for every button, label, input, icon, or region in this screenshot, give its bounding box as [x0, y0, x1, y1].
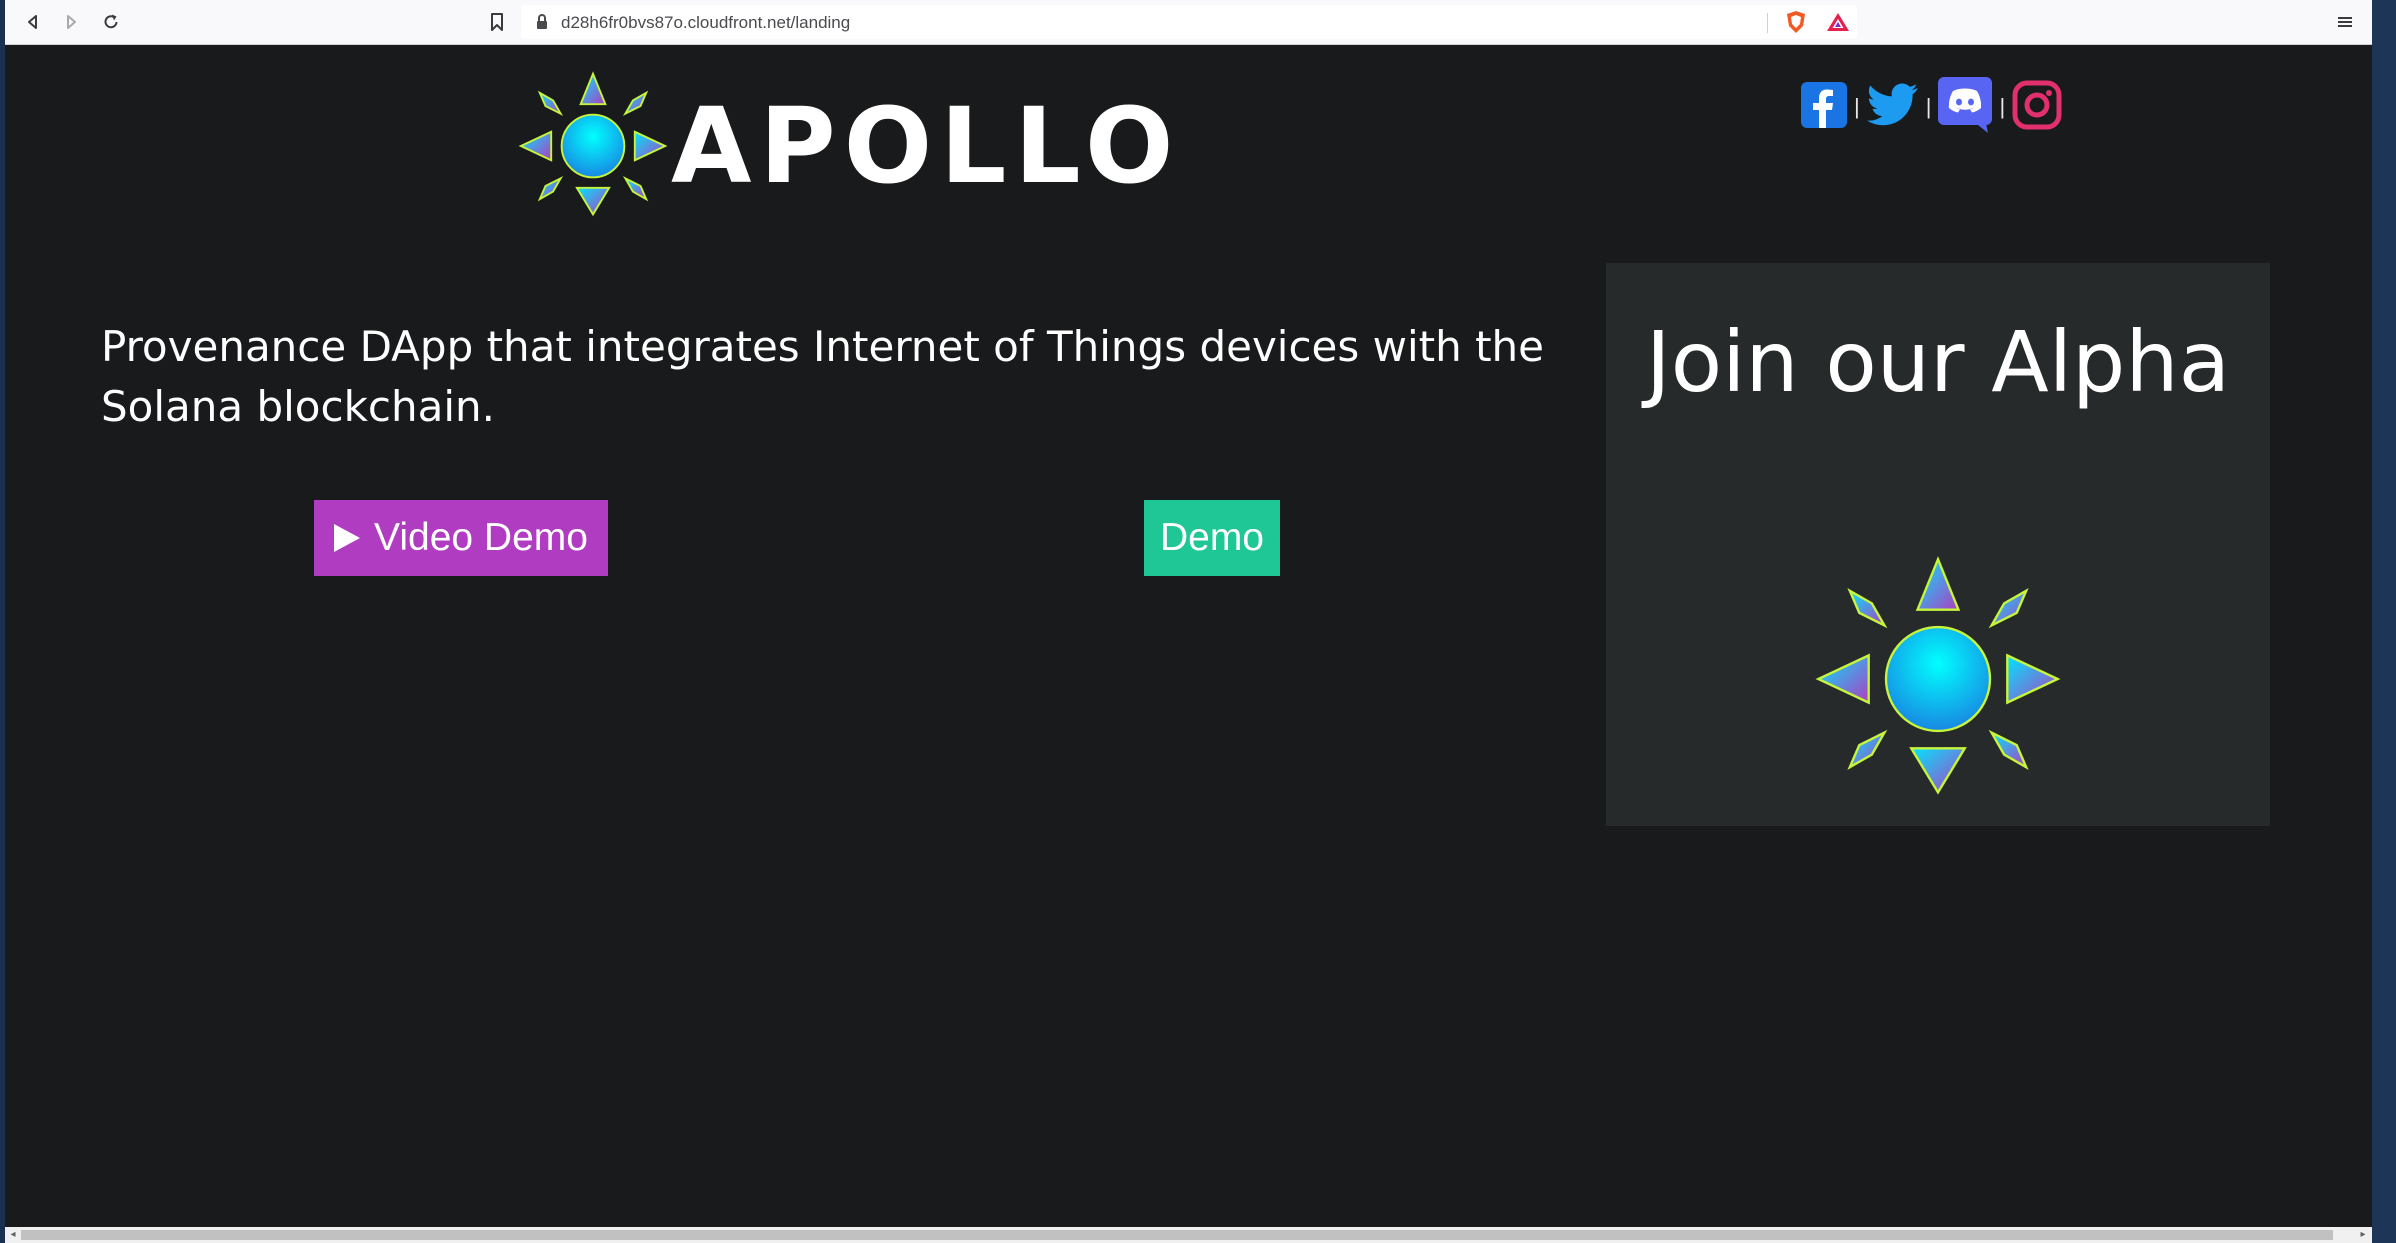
join-alpha-title: Join our Alpha [1645, 313, 2231, 411]
reload-icon[interactable] [97, 8, 125, 36]
video-demo-button[interactable]: Video Demo [314, 500, 608, 576]
back-icon[interactable] [19, 8, 47, 36]
logo-text: APOLLO [671, 85, 1182, 207]
menu-icon[interactable] [2331, 8, 2359, 36]
browser-toolbar: d28h6fr0bvs87o.cloudfront.net/landing [5, 0, 2372, 45]
social-separator: | [1925, 94, 1932, 119]
url-text: d28h6fr0bvs87o.cloudfront.net/landing [561, 13, 851, 32]
browser-window: d28h6fr0bvs87o.cloudfront.net/landing AP… [5, 0, 2372, 1243]
social-separator: | [1854, 94, 1860, 119]
forward-icon[interactable] [57, 8, 85, 36]
bookmark-icon[interactable] [483, 8, 511, 36]
video-demo-label: Video Demo [374, 516, 588, 559]
address-divider [1767, 13, 1768, 33]
instagram-icon[interactable] [2012, 80, 2062, 134]
page-content: APOLLO | | | Provenance DApp that integr… [5, 45, 2372, 1227]
scroll-left-icon[interactable]: ◂ [7, 1229, 19, 1241]
twitter-icon[interactable] [1866, 83, 1919, 131]
desktop-background [2372, 0, 2396, 1243]
tagline: Provenance DApp that integrates Internet… [101, 322, 1545, 431]
demo-button[interactable]: Demo [1144, 500, 1280, 576]
social-links: | | | [1801, 77, 2062, 137]
lock-icon [535, 13, 549, 35]
brave-shields-icon[interactable] [1785, 10, 1807, 38]
address-bar[interactable]: d28h6fr0bvs87o.cloudfront.net/landing [521, 5, 1857, 39]
join-alpha-card[interactable]: Join our Alpha [1606, 263, 2270, 826]
scrollbar-thumb[interactable] [21, 1230, 2333, 1240]
facebook-icon[interactable] [1801, 82, 1847, 132]
horizontal-scrollbar[interactable]: ◂ ▸ [5, 1227, 2372, 1243]
apollo-logo[interactable]: APOLLO [517, 70, 1181, 222]
discord-icon[interactable] [1938, 77, 1993, 137]
scroll-right-icon[interactable]: ▸ [2357, 1229, 2369, 1241]
sun-logo-icon [1815, 556, 2061, 795]
sun-logo-icon [518, 71, 668, 217]
brave-rewards-icon[interactable] [1826, 12, 1850, 36]
social-separator: | [1999, 94, 2006, 119]
play-icon [334, 524, 361, 552]
